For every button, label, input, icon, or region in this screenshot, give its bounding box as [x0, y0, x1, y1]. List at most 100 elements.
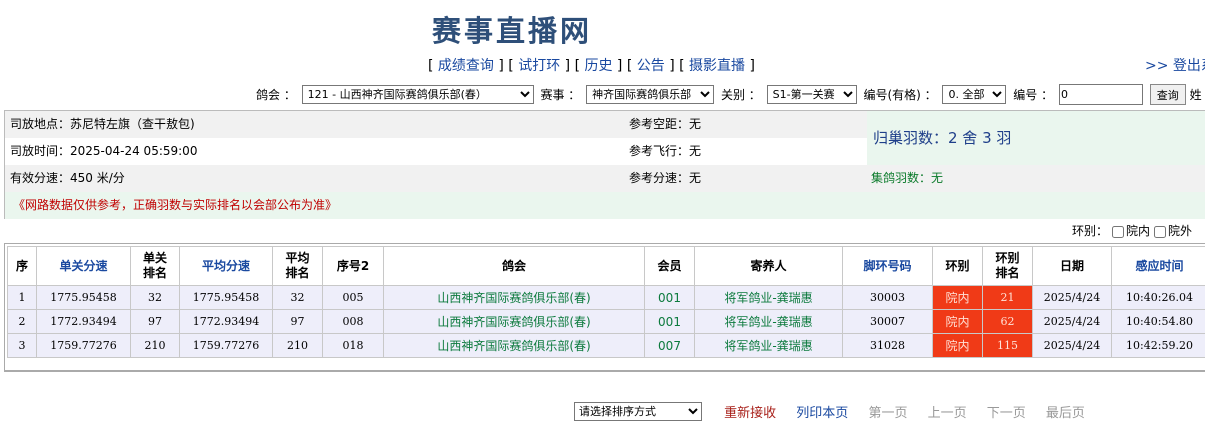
prev-page-link[interactable]: 上一页 — [928, 402, 967, 421]
cell-seq: 3 — [7, 333, 37, 358]
cell-ring-type: 院内 — [932, 333, 983, 358]
logout-link[interactable]: >> 登出系 — [1145, 55, 1205, 75]
cell-club[interactable]: 山西神齐国际赛鸽俱乐部(春) — [383, 333, 645, 358]
disclaimer-text: 《网路数据仅供参考，正确羽数与实际排名以会部公布为准》 — [13, 198, 338, 212]
cell-member[interactable]: 001 — [644, 309, 695, 334]
cell-date: 2025/4/24 — [1032, 333, 1112, 358]
col-avg-speed[interactable]: 平均分速 — [179, 246, 273, 286]
cell-avg-speed: 1772.93494 — [179, 309, 273, 334]
last-page-link[interactable]: 最后页 — [1046, 402, 1085, 421]
cell-arrival-time: 10:42:59.20 — [1111, 333, 1205, 358]
cell-owner[interactable]: 将军鸽业-龚瑞惠 — [694, 333, 843, 358]
nav-test-ring[interactable]: 试打环 — [518, 58, 560, 74]
cell-ring-rank: 115 — [982, 333, 1033, 358]
cell-ring-rank: 21 — [982, 285, 1033, 310]
cell-ring-type: 院内 — [932, 285, 983, 310]
info-row-3: 有效分速：450 米/分 参考分速：无 集鸽羽数：无 — [5, 165, 1205, 192]
cell-seq2: 008 — [322, 309, 384, 334]
cell-owner[interactable]: 将军鸽业-龚瑞惠 — [694, 285, 843, 310]
race-label: 赛事 ： — [540, 88, 581, 102]
cell-date: 2025/4/24 — [1032, 309, 1112, 334]
cell-avg-rank: 97 — [272, 309, 323, 334]
outside-label: 院外 — [1168, 224, 1193, 238]
id-label: 编号 ： — [1013, 88, 1054, 102]
col-stage-rank-text: 单关 排名 — [142, 251, 167, 280]
ring-type-filter: 环别： 院内 院外 — [1072, 222, 1192, 239]
cell-avg-rank: 32 — [272, 285, 323, 310]
col-seq[interactable]: 序 — [7, 246, 37, 286]
nav-announcement[interactable]: 公告 — [637, 58, 665, 74]
col-avg-rank-text: 平均 排名 — [285, 251, 310, 280]
col-arrival-time[interactable]: 感应时间 — [1111, 246, 1205, 286]
site-title: 赛事直播网 — [432, 14, 593, 48]
reference-distance: 参考空距：无 — [629, 117, 702, 131]
col-ring-rank-text: 环别 排名 — [995, 251, 1020, 280]
col-club[interactable]: 鸽会 — [383, 246, 645, 286]
nav-results[interactable]: 成绩查询 — [438, 58, 494, 74]
release-place: 司放地点：苏尼特左旗（查干敖包) — [10, 117, 195, 131]
ring-number-select[interactable]: 0. 全部 — [942, 85, 1007, 104]
col-avg-rank[interactable]: 平均 排名 — [272, 246, 323, 286]
next-page-link[interactable]: 下一页 — [987, 402, 1026, 421]
col-ring-type[interactable]: 环别 — [932, 246, 983, 286]
cell-owner[interactable]: 将军鸽业-龚瑞惠 — [694, 309, 843, 334]
ring-type-label: 环别： — [1072, 224, 1109, 238]
cell-avg-speed: 1775.95458 — [179, 285, 273, 310]
cell-club[interactable]: 山西神齐国际赛鸽俱乐部(春) — [383, 285, 645, 310]
collected-count: 集鸽羽数：无 — [871, 171, 944, 185]
results-container: 序 单关分速 单关 排名 平均分速 平均 排名 序号2 鸽会 会员 寄养人 脚环… — [4, 243, 1205, 372]
inside-checkbox[interactable] — [1112, 225, 1125, 238]
club-select[interactable]: 121 - 山西神齐国际赛鸽俱乐部(春） — [301, 85, 534, 104]
nav-photo-live[interactable]: 摄影直播 — [689, 58, 745, 74]
cell-seq2: 018 — [322, 333, 384, 358]
nav-history[interactable]: 历史 — [584, 58, 612, 74]
cell-stage-rank: 97 — [130, 309, 180, 334]
reload-link[interactable]: 重新接收 — [724, 402, 776, 421]
inside-label: 院内 — [1126, 224, 1151, 238]
outside-checkbox[interactable] — [1154, 225, 1167, 238]
race-info-panel: 司放地点：苏尼特左旗（查干敖包) 参考空距：无 司放时间：2025-04-24 … — [4, 110, 1205, 219]
id-input[interactable] — [1058, 84, 1143, 105]
col-ring-rank[interactable]: 环别 排名 — [982, 246, 1033, 286]
table-row: 3 1759.77276 210 1759.77276 210 018 山西神齐… — [7, 333, 1205, 358]
sort-select[interactable]: 请选择排序方式 — [574, 402, 702, 421]
col-seq2[interactable]: 序号2 — [322, 246, 384, 286]
col-member[interactable]: 会员 — [644, 246, 695, 286]
table-row: 1 1775.95458 32 1775.95458 32 005 山西神齐国际… — [7, 285, 1205, 310]
cell-ring-rank: 62 — [982, 309, 1033, 334]
reference-speed: 参考分速：无 — [629, 171, 702, 185]
filter-bar: 鸽会 ： 121 - 山西神齐国际赛鸽俱乐部(春） 赛事 ： 神齐国际赛鸽俱乐部… — [256, 84, 1202, 106]
cell-stage-speed: 1759.77276 — [36, 333, 131, 358]
results-table: 序 单关分速 单关 排名 平均分速 平均 排名 序号2 鸽会 会员 寄养人 脚环… — [7, 246, 1205, 358]
returned-box: 归巢羽数：2 舍 3 羽 — [867, 111, 1205, 165]
stage-select[interactable]: S1-第一关赛 — [766, 85, 857, 104]
stage-label: 关别 ： — [720, 88, 761, 102]
cell-stage-rank: 32 — [130, 285, 180, 310]
print-link[interactable]: 列印本页 — [796, 402, 848, 421]
valid-speed: 有效分速：450 米/分 — [10, 171, 125, 185]
cell-stage-speed: 1775.95458 — [36, 285, 131, 310]
cell-club[interactable]: 山西神齐国际赛鸽俱乐部(春) — [383, 309, 645, 334]
cell-avg-rank: 210 — [272, 333, 323, 358]
col-stage-rank[interactable]: 单关 排名 — [130, 246, 180, 286]
cell-stage-rank: 210 — [130, 333, 180, 358]
returned-count: 归巢羽数：2 舍 3 羽 — [873, 129, 1012, 147]
cell-arrival-time: 10:40:26.04 — [1111, 285, 1205, 310]
first-page-link[interactable]: 第一页 — [868, 402, 907, 421]
cell-ring-number: 31028 — [842, 333, 933, 358]
top-nav: [ 成绩查询 ] [ 试打环 ] [ 历史 ] [ 公告 ] [ 摄影直播 ] — [428, 58, 755, 74]
cell-member[interactable]: 007 — [644, 333, 695, 358]
col-stage-speed[interactable]: 单关分速 — [36, 246, 131, 286]
cell-avg-speed: 1759.77276 — [179, 333, 273, 358]
name-label: 姓 — [1189, 88, 1202, 102]
search-button[interactable]: 查询 — [1149, 84, 1186, 105]
cell-member[interactable]: 001 — [644, 285, 695, 310]
cell-stage-speed: 1772.93494 — [36, 309, 131, 334]
cell-date: 2025/4/24 — [1032, 285, 1112, 310]
col-date[interactable]: 日期 — [1032, 246, 1112, 286]
table-header-row: 序 单关分速 单关 排名 平均分速 平均 排名 序号2 鸽会 会员 寄养人 脚环… — [7, 246, 1205, 286]
race-select[interactable]: 神齐国际赛鸽俱乐部 — [586, 85, 715, 104]
table-row: 2 1772.93494 97 1772.93494 97 008 山西神齐国际… — [7, 309, 1205, 334]
col-owner[interactable]: 寄养人 — [694, 246, 843, 286]
col-ring-number[interactable]: 脚环号码 — [842, 246, 933, 286]
